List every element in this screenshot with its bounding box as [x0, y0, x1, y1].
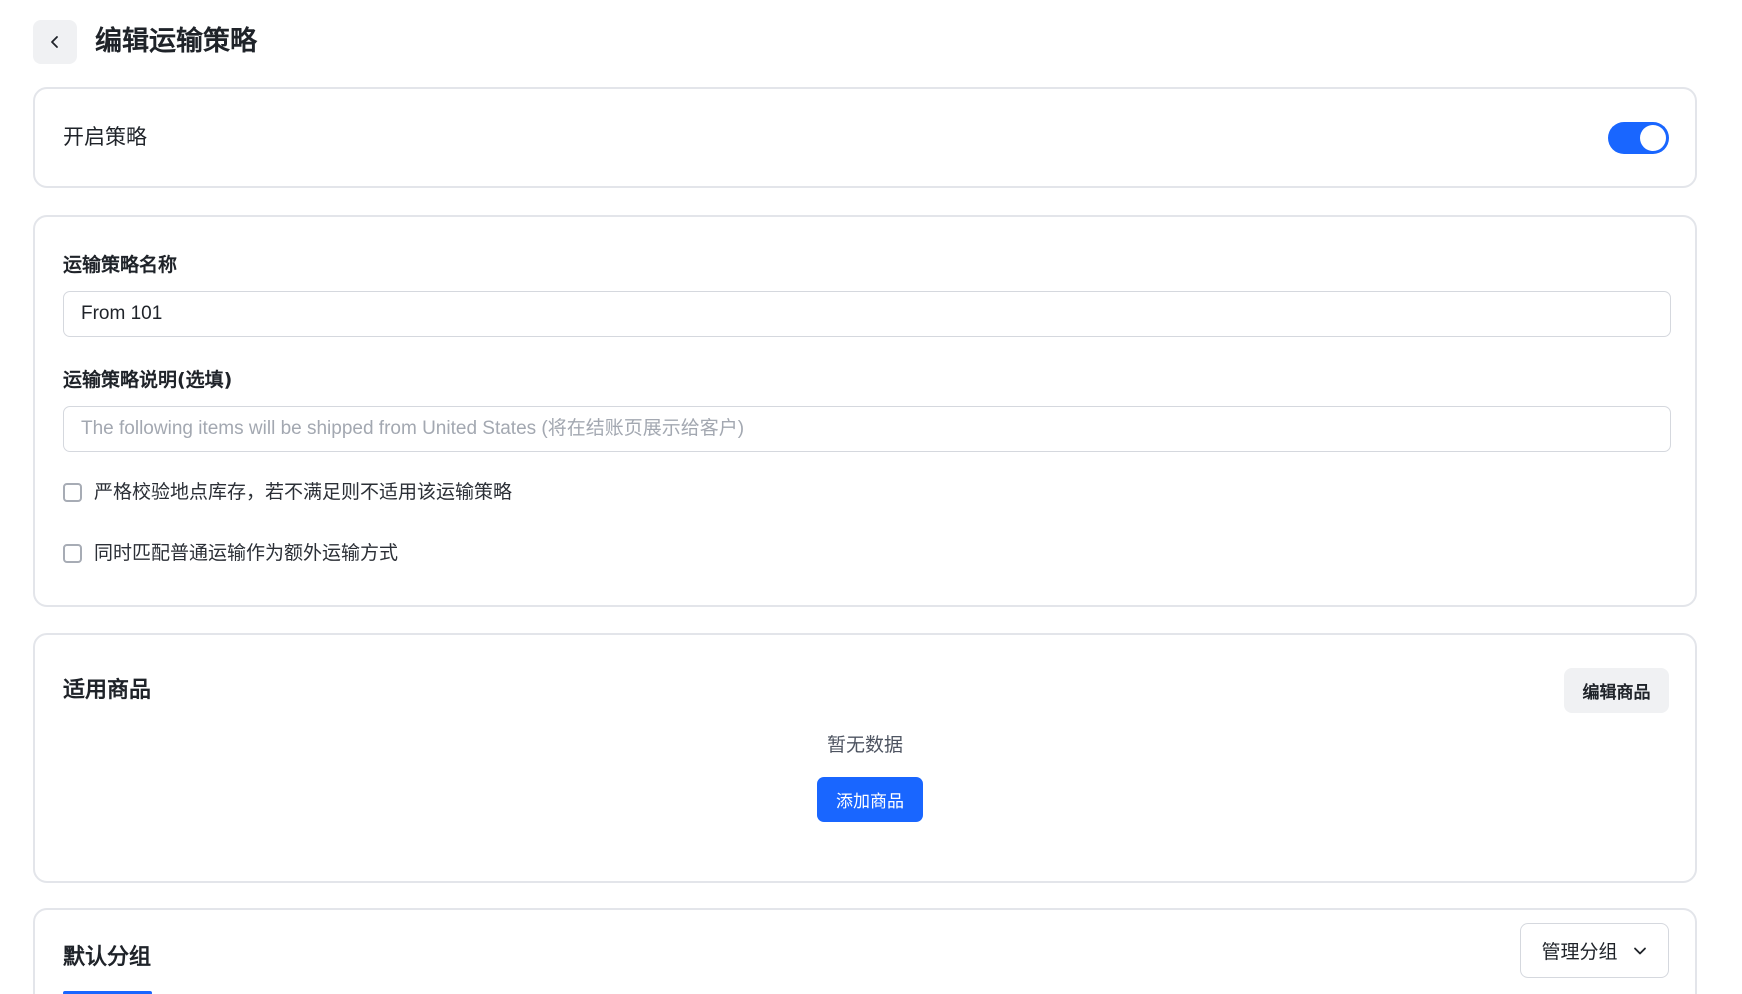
match-standard-shipping-checkbox[interactable]	[63, 543, 82, 563]
empty-state-text: 暂无数据	[826, 734, 903, 756]
default-group-card: 默认分组 管理分组	[33, 908, 1697, 994]
enable-policy-toggle[interactable]	[1608, 122, 1669, 154]
policy-name-label: 运输策略名称	[63, 254, 178, 276]
strict-inventory-label: 严格校验地点库存，若不满足则不适用该运输策略	[94, 481, 513, 503]
chevron-left-icon	[51, 36, 58, 48]
edit-products-button[interactable]: 编辑商品	[1564, 668, 1669, 713]
manage-groups-label: 管理分组	[1541, 941, 1618, 963]
back-button[interactable]	[33, 20, 77, 64]
match-standard-shipping-option[interactable]: 同时匹配普通运输作为额外运输方式	[63, 539, 398, 567]
match-standard-shipping-label: 同时匹配普通运输作为额外运输方式	[94, 542, 399, 564]
policy-description-label: 运输策略说明(选填)	[63, 369, 233, 391]
tab-default-group[interactable]: 默认分组	[63, 942, 151, 974]
strict-inventory-checkbox[interactable]	[63, 482, 82, 502]
policy-name-input[interactable]	[63, 291, 1671, 337]
add-products-button[interactable]: 添加商品	[817, 777, 923, 822]
strict-inventory-option[interactable]: 严格校验地点库存，若不满足则不适用该运输策略	[63, 478, 512, 506]
applicable-products-card: 适用商品 编辑商品 暂无数据 添加商品	[33, 633, 1697, 883]
policy-form-card: 运输策略名称 运输策略说明(选填) 严格校验地点库存，若不满足则不适用该运输策略…	[33, 215, 1697, 607]
toggle-knob	[1640, 125, 1666, 151]
enable-policy-card: 开启策略	[33, 87, 1697, 188]
applicable-products-title: 适用商品	[63, 678, 152, 703]
page-title: 编辑运输策略	[95, 26, 257, 57]
manage-groups-button[interactable]: 管理分组	[1520, 923, 1669, 978]
chevron-down-icon	[1633, 947, 1646, 954]
enable-policy-label: 开启策略	[63, 125, 147, 149]
policy-description-input[interactable]	[63, 406, 1671, 452]
edit-shipping-policy-page: 编辑运输策略 开启策略 运输策略名称 运输策略说明(选填) 严格校验地点库存，若…	[0, 0, 1742, 994]
